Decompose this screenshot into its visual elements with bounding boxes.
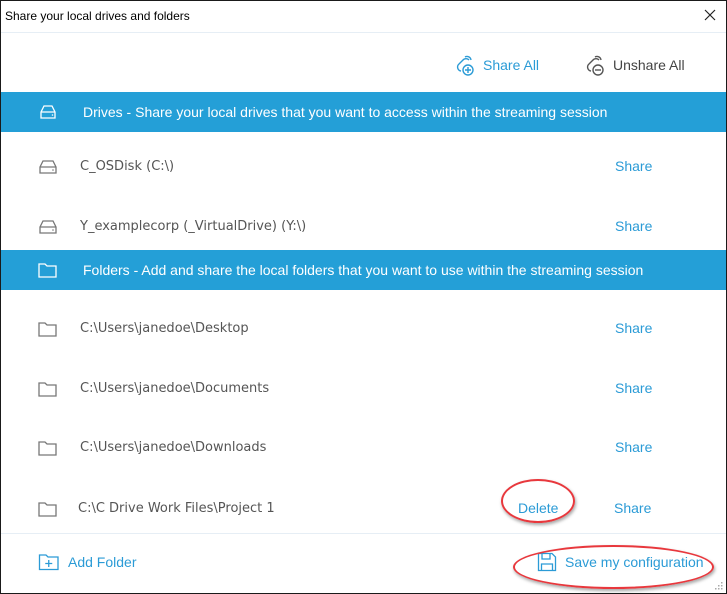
share-all-button[interactable]: Share All	[453, 53, 539, 77]
add-folder-button[interactable]: Add Folder	[38, 553, 136, 571]
folder-path: C:\Users\janedoe\Desktop	[80, 321, 249, 336]
folder-icon	[38, 263, 57, 278]
drives-section-header: Drives - Share your local drives that yo…	[1, 92, 726, 132]
unshare-all-button[interactable]: Unshare All	[583, 53, 685, 77]
save-configuration-label: Save my configuration	[565, 554, 704, 570]
folder-icon	[38, 382, 57, 397]
folder-path: C:\Users\janedoe\Documents	[80, 381, 270, 396]
resize-grip-icon[interactable]	[715, 582, 723, 590]
drive-icon	[39, 220, 57, 234]
drive-row: C_OSDisk (C:\) Share	[1, 147, 726, 187]
share-button[interactable]: Share	[615, 218, 652, 234]
drive-icon	[40, 105, 56, 119]
share-drives-dialog: Share your local drives and folders Shar…	[0, 0, 727, 594]
share-button[interactable]: Share	[615, 439, 652, 455]
drives-section-label: Drives - Share your local drives that yo…	[83, 104, 608, 120]
share-button[interactable]: Share	[615, 380, 652, 396]
folder-row: C:\C Drive Work Files\Project 1 Delete S…	[1, 489, 726, 529]
close-button[interactable]	[700, 5, 720, 25]
add-folder-label: Add Folder	[68, 554, 137, 570]
folder-add-icon	[38, 554, 59, 571]
save-floppy-icon	[537, 552, 557, 572]
share-link-add-icon	[456, 55, 474, 76]
share-button[interactable]: Share	[615, 320, 652, 336]
share-button[interactable]: Share	[615, 158, 652, 174]
title-bar: Share your local drives and folders	[1, 1, 726, 33]
drive-row: Y_examplecorp (_VirtualDrive) (Y:\) Shar…	[1, 207, 726, 247]
close-icon	[704, 9, 716, 21]
drive-path: Y_examplecorp (_VirtualDrive) (Y:\)	[80, 219, 307, 234]
folder-icon	[38, 441, 57, 456]
folders-section-label: Folders - Add and share the local folder…	[83, 262, 644, 278]
drive-icon	[39, 160, 57, 174]
drive-path: C_OSDisk (C:\)	[80, 159, 175, 174]
share-button[interactable]: Share	[614, 500, 651, 516]
folder-path: C:\Users\janedoe\Downloads	[80, 440, 267, 455]
share-link-remove-icon	[586, 55, 604, 76]
folder-icon	[38, 502, 57, 517]
save-configuration-button[interactable]: Save my configuration	[537, 552, 704, 572]
dialog-title: Share your local drives and folders	[5, 9, 190, 23]
folders-section-header: Folders - Add and share the local folder…	[1, 250, 726, 290]
folder-row: C:\Users\janedoe\Documents Share	[1, 369, 726, 409]
delete-button[interactable]: Delete	[518, 500, 558, 516]
share-all-label: Share All	[483, 57, 540, 73]
folder-row: C:\Users\janedoe\Downloads Share	[1, 428, 726, 468]
folder-icon	[38, 322, 57, 337]
footer-divider	[1, 533, 726, 534]
unshare-all-label: Unshare All	[613, 57, 685, 73]
folder-path: C:\C Drive Work Files\Project 1	[78, 501, 275, 516]
folder-row: C:\Users\janedoe\Desktop Share	[1, 309, 726, 349]
